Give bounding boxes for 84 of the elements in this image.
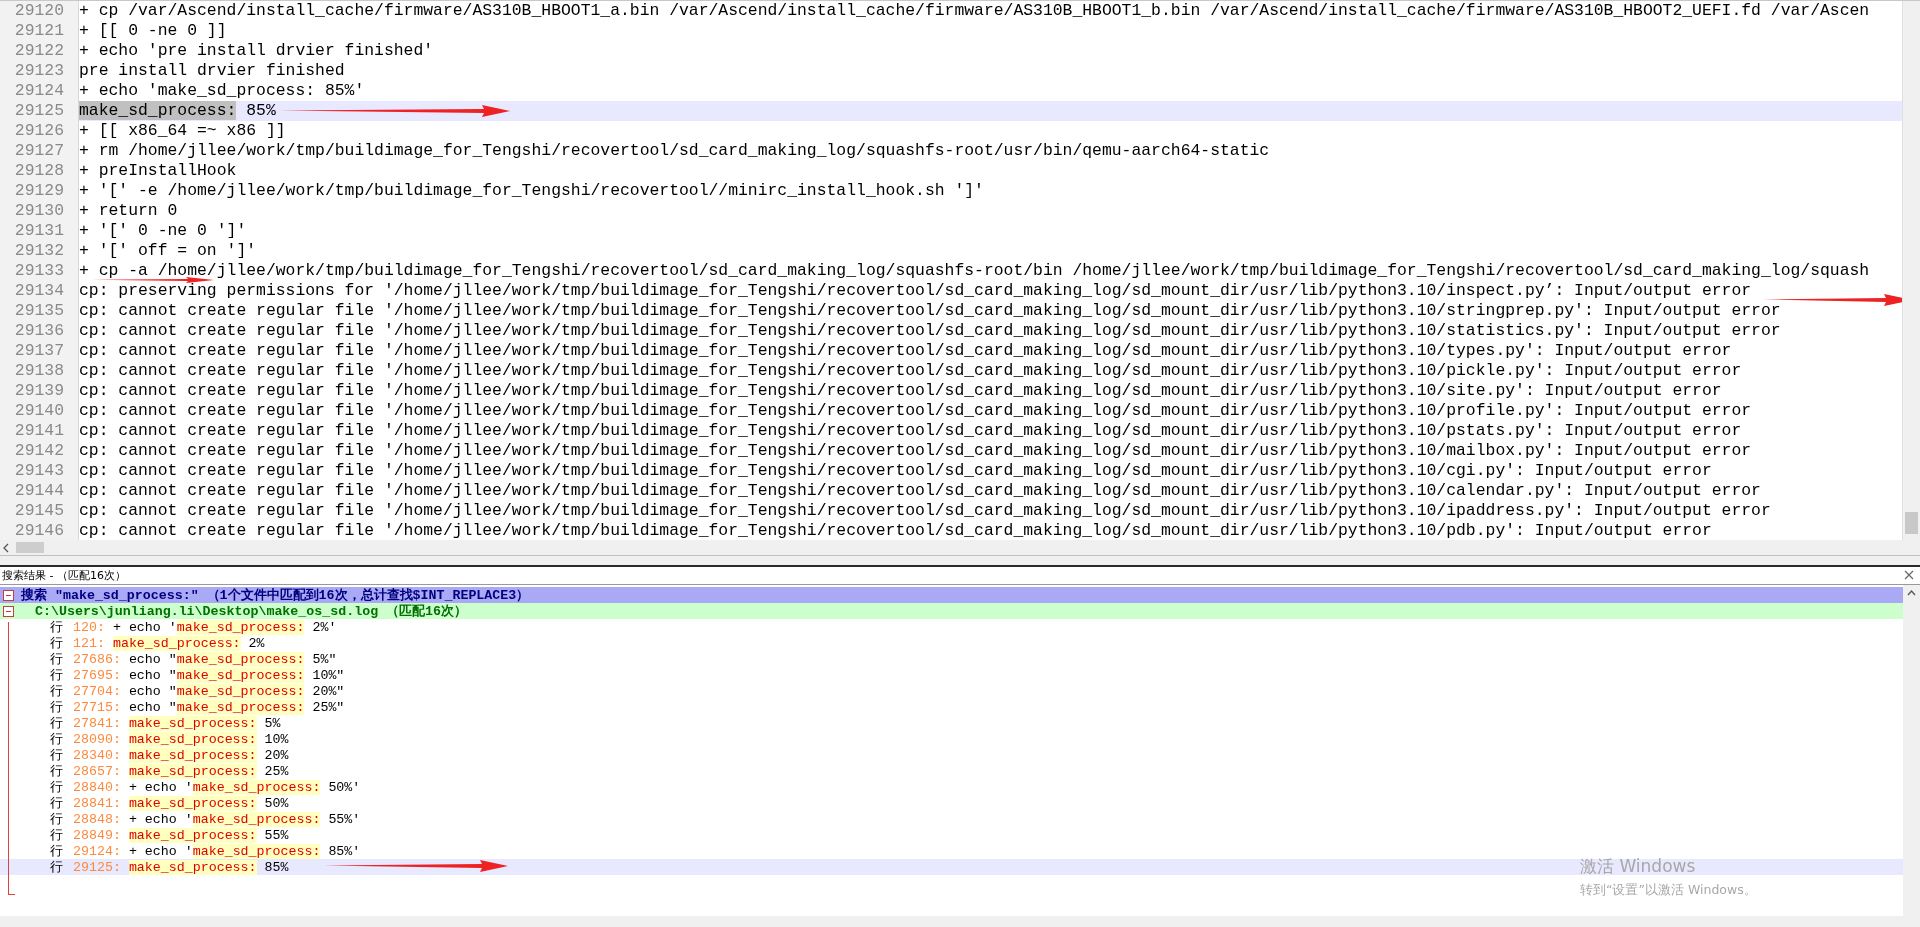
line-number: 29141 [0, 421, 79, 441]
code-line: + '[' 0 -ne 0 ']' [79, 221, 247, 241]
code-line: + rm /home/jllee/work/tmp/buildimage_for_Tengshi/recovertool/sd_card_making_log/squashfs-root/usr/bin/qemu-aarch64-static [79, 141, 1270, 161]
code-line: cp: cannot create regular file '/home/jllee/work/tmp/buildimage_for_Tengshi/recovertool/sd_card_making_log/sd_mount_dir/usr/lib/python3.10/site.py': Input/output error [79, 381, 1722, 401]
line-label: 行 [50, 858, 63, 876]
code-line: make_sd_process: 85% [79, 101, 276, 121]
line-number: 29122 [0, 41, 79, 61]
line-number: 29137 [0, 341, 79, 361]
code-line: + echo 'make_sd_process: 85%' [79, 81, 365, 101]
code-line: cp: cannot create regular file '/home/jllee/work/tmp/buildimage_for_Tengshi/recovertool/sd_card_making_log/sd_mount_dir/usr/lib/python3.10/cgi.py': Input/output error [79, 461, 1712, 481]
line-number: 29130 [0, 201, 79, 221]
panel-title: 搜索结果 - （匹配16次） [2, 568, 126, 584]
code-line: cp: cannot create regular file '/home/jllee/work/tmp/buildimage_for_Tengshi/recovertool/sd_card_making_log/sd_mount_dir/usr/lib/python3.10/pickle.py': Input/output error [79, 361, 1742, 381]
horizontal-scrollbar[interactable] [0, 540, 1920, 556]
collapse-icon[interactable] [3, 589, 14, 601]
line-number: 29144 [0, 481, 79, 501]
code-line: + cp /var/Ascend/install_cache/firmware/AS310B_HBOOT1_a.bin /var/Ascend/install_cache/firmware/AS310B_HBOOT1_b.bin /var/Ascend/install_cache/firmware/AS310B_HBOOT2_UEFI.fd /var/Ascen [79, 1, 1870, 21]
line-number: 29143 [0, 461, 79, 481]
line-label: 行 [50, 842, 63, 860]
line-number: 29142 [0, 441, 79, 461]
code-line: + [[ x86_64 =~ x86 ]] [79, 121, 286, 141]
line-number: 29135 [0, 301, 79, 321]
line-label: 行 [50, 746, 63, 764]
line-label: 行 [50, 618, 63, 636]
code-line: cp: cannot create regular file '/home/jllee/work/tmp/buildimage_for_Tengshi/recovertool/sd_card_making_log/sd_mount_dir/usr/lib/python3.10/calendar.py': Input/output error [79, 481, 1761, 501]
line-number: 29121 [0, 21, 79, 41]
vertical-scrollbar[interactable] [1903, 585, 1920, 916]
line-number: 29138 [0, 361, 79, 381]
line-number: 29120 [0, 1, 79, 21]
code-line: cp: cannot create regular file '/home/jllee/work/tmp/buildimage_for_Tengshi/recovertool/sd_card_making_log/sd_mount_dir/usr/lib/python3.10/types.py': Input/output error [79, 341, 1732, 361]
line-number: 29129 [0, 181, 79, 201]
line-number: 29127 [0, 141, 79, 161]
code-line: + [[ 0 -ne 0 ]] [79, 21, 227, 41]
code-line: cp: cannot create regular file '/home/jllee/work/tmp/buildimage_for_Tengshi/recovertool/sd_card_making_log/sd_mount_dir/usr/lib/python3.10/profile.py': Input/output error [79, 401, 1752, 421]
line-label: 行 [50, 778, 63, 796]
code-line: cp: cannot create regular file '/home/jllee/work/tmp/buildimage_for_Tengshi/recovertool/sd_card_making_log/sd_mount_dir/usr/lib/python3.10/ipaddress.py': Input/output error [79, 501, 1771, 521]
line-number: 29139 [0, 381, 79, 401]
line-number: 29136 [0, 321, 79, 341]
code-line: + '[' off = on ']' [79, 241, 257, 261]
close-icon[interactable] [1904, 570, 1914, 580]
line-label: 行 [50, 794, 63, 812]
line-number: 29140 [0, 401, 79, 421]
line-label: 行 [50, 730, 63, 748]
code-line: + cp -a /home/jllee/work/tmp/buildimage_for_Tengshi/recovertool/sd_card_making_log/squashfs-root/bin /home/jllee/work/tmp/buildimage_for_Tengshi/recovertool/sd_card_making_log/squash [79, 261, 1870, 281]
line-number: 29126 [0, 121, 79, 141]
text-editor[interactable] [0, 0, 1920, 540]
vertical-scrollbar[interactable] [1902, 1, 1920, 540]
scrollbar-thumb[interactable] [1905, 512, 1918, 534]
line-number: 29123 [0, 61, 79, 81]
line-label: 行 [50, 634, 63, 652]
scroll-up-icon[interactable] [1907, 589, 1916, 597]
code-line: + '[' -e /home/jllee/work/tmp/buildimage_for_Tengshi/recovertool//minirc_install_hook.sh ']' [79, 181, 984, 201]
code-line: pre install drvier finished [79, 61, 345, 81]
line-label: 行 [50, 810, 63, 828]
line-label: 行 [50, 698, 63, 716]
line-label: 行 [50, 682, 63, 700]
activation-message: 转到“设置”以激活 Windows。 [1580, 882, 1757, 899]
scroll-left-icon[interactable] [2, 542, 10, 553]
line-number: 29146 [0, 521, 79, 540]
line-number: 29128 [0, 161, 79, 181]
scrollbar-thumb[interactable] [16, 542, 44, 553]
line-label: 行 [50, 714, 63, 732]
line-number: 29133 [0, 261, 79, 281]
code-line: cp: cannot create regular file '/home/jllee/work/tmp/buildimage_for_Tengshi/recovertool/sd_card_making_log/sd_mount_dir/usr/lib/python3.10/statistics.py': Input/output error [79, 321, 1781, 341]
line-number: 29134 [0, 281, 79, 301]
line-label: 行 [50, 826, 63, 844]
code-line: cp: cannot create regular file '/home/jllee/work/tmp/buildimage_for_Tengshi/recovertool/sd_card_making_log/sd_mount_dir/usr/lib/python3.10/mailbox.py': Input/output error [79, 441, 1752, 461]
code-line: + preInstallHook [79, 161, 237, 181]
line-number: 29124 [0, 81, 79, 101]
line-label: 行 [50, 666, 63, 684]
line-number: 29132 [0, 241, 79, 261]
line-number: 29131 [0, 221, 79, 241]
line-label: 行 [50, 762, 63, 780]
line-label: 行 [50, 650, 63, 668]
collapse-icon[interactable] [3, 605, 14, 617]
line-number: 29145 [0, 501, 79, 521]
code-line: cp: cannot create regular file '/home/jllee/work/tmp/buildimage_for_Tengshi/recovertool/sd_card_making_log/sd_mount_dir/usr/lib/python3.10/pdb.py': Input/output error [79, 521, 1712, 540]
code-line: + echo 'pre install drvier finished' [79, 41, 434, 61]
code-line: cp: cannot create regular file '/home/jllee/work/tmp/buildimage_for_Tengshi/recovertool/sd_card_making_log/sd_mount_dir/usr/lib/python3.10/stringprep.py': Input/output error [79, 301, 1781, 321]
activation-title: 激活 Windows [1580, 855, 1697, 878]
code-line: + return 0 [79, 201, 178, 221]
line-number: 29125 [0, 101, 79, 121]
code-line: cp: cannot create regular file '/home/jllee/work/tmp/buildimage_for_Tengshi/recovertool/sd_card_making_log/sd_mount_dir/usr/lib/python3.10/pstats.py': Input/output error [79, 421, 1742, 441]
code-line: cp: preserving permissions for '/home/jllee/work/tmp/buildimage_for_Tengshi/recovertool/sd_card_making_log/sd_mount_dir/usr/lib/python3.10/inspect.py’: Input/output error [79, 281, 1752, 301]
